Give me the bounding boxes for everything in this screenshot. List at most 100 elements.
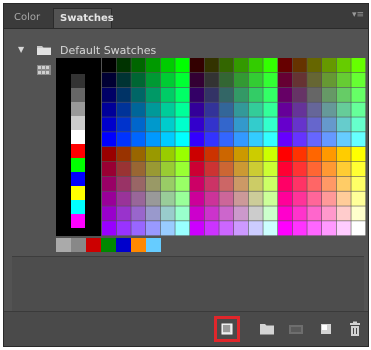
delete-button[interactable] <box>346 320 364 338</box>
swatch[interactable] <box>234 147 249 162</box>
swatch[interactable] <box>292 72 307 88</box>
swatch[interactable] <box>71 238 86 252</box>
swatch[interactable] <box>102 72 117 88</box>
swatch[interactable] <box>278 206 293 221</box>
swatch[interactable] <box>307 176 322 191</box>
swatch[interactable] <box>190 221 205 236</box>
swatch[interactable] <box>263 58 278 73</box>
swatch[interactable] <box>204 58 219 73</box>
swatch[interactable] <box>351 206 366 221</box>
swatch[interactable] <box>263 221 278 236</box>
swatch[interactable] <box>204 72 219 88</box>
swatch[interactable] <box>71 214 85 228</box>
swatch[interactable] <box>116 87 131 102</box>
swatch[interactable] <box>204 176 219 191</box>
swatch[interactable] <box>278 147 293 162</box>
swatch[interactable] <box>131 161 146 177</box>
swatch[interactable] <box>307 58 322 73</box>
swatch[interactable] <box>131 117 146 132</box>
swatch[interactable] <box>146 102 161 117</box>
swatch[interactable] <box>263 176 278 191</box>
swatch[interactable] <box>102 161 117 177</box>
swatch[interactable] <box>71 88 85 102</box>
swatch[interactable] <box>307 132 322 147</box>
swatch[interactable] <box>219 176 234 191</box>
swatch[interactable] <box>292 117 307 132</box>
swatch[interactable] <box>351 191 366 206</box>
swatch[interactable] <box>248 176 263 191</box>
swatch[interactable] <box>71 158 85 172</box>
swatch[interactable] <box>234 72 249 88</box>
swatch[interactable] <box>234 221 249 236</box>
swatch[interactable] <box>278 221 293 236</box>
swatch[interactable] <box>278 117 293 132</box>
swatch[interactable] <box>86 238 101 252</box>
swatch[interactable] <box>292 221 307 236</box>
swatch[interactable] <box>336 161 351 177</box>
swatch[interactable] <box>248 161 263 177</box>
swatch[interactable] <box>322 161 337 177</box>
swatch[interactable] <box>131 206 146 221</box>
swatch[interactable] <box>219 132 234 147</box>
swatch[interactable] <box>190 132 205 147</box>
swatch[interactable] <box>102 221 117 236</box>
swatch[interactable] <box>116 191 131 206</box>
swatch[interactable] <box>146 206 161 221</box>
swatch[interactable] <box>116 58 131 73</box>
swatch[interactable] <box>307 221 322 236</box>
swatch[interactable] <box>219 147 234 162</box>
swatch[interactable] <box>160 161 175 177</box>
swatch[interactable] <box>219 72 234 88</box>
swatch[interactable] <box>204 191 219 206</box>
swatch[interactable] <box>204 206 219 221</box>
swatch[interactable] <box>336 206 351 221</box>
swatch[interactable] <box>263 161 278 177</box>
swatch[interactable] <box>234 191 249 206</box>
swatch[interactable] <box>292 176 307 191</box>
swatch[interactable] <box>336 58 351 73</box>
swatch[interactable] <box>322 221 337 236</box>
swatch[interactable] <box>292 87 307 102</box>
swatch[interactable] <box>204 132 219 147</box>
swatch[interactable] <box>322 147 337 162</box>
swatch[interactable] <box>351 72 366 88</box>
swatch[interactable] <box>146 176 161 191</box>
swatch[interactable] <box>322 58 337 73</box>
swatch[interactable] <box>248 102 263 117</box>
swatch[interactable] <box>160 132 175 147</box>
swatch[interactable] <box>278 176 293 191</box>
swatch[interactable] <box>160 206 175 221</box>
swatch[interactable] <box>190 147 205 162</box>
swatch[interactable] <box>219 206 234 221</box>
swatch[interactable] <box>322 102 337 117</box>
swatch[interactable] <box>322 191 337 206</box>
swatch[interactable] <box>322 72 337 88</box>
swatch[interactable] <box>71 130 85 144</box>
swatch[interactable] <box>146 147 161 162</box>
swatch[interactable] <box>292 58 307 73</box>
swatch[interactable] <box>307 117 322 132</box>
swatch[interactable] <box>307 87 322 102</box>
swatch[interactable] <box>71 102 85 116</box>
swatch[interactable] <box>116 221 131 236</box>
load-swatches-button[interactable] <box>287 320 305 338</box>
swatch[interactable] <box>175 221 190 236</box>
swatch[interactable] <box>146 238 161 252</box>
swatch[interactable] <box>204 147 219 162</box>
swatch[interactable] <box>102 117 117 132</box>
swatch[interactable] <box>292 132 307 147</box>
swatch[interactable] <box>307 161 322 177</box>
new-group-button[interactable] <box>258 320 276 338</box>
swatch[interactable] <box>307 72 322 88</box>
swatch[interactable] <box>248 132 263 147</box>
swatch[interactable] <box>131 72 146 88</box>
swatch[interactable] <box>131 132 146 147</box>
swatch[interactable] <box>278 191 293 206</box>
swatch[interactable] <box>146 58 161 73</box>
swatch[interactable] <box>190 117 205 132</box>
swatch[interactable] <box>248 221 263 236</box>
panel-menu-icon[interactable]: ▾≡ <box>352 10 364 20</box>
swatch[interactable] <box>160 72 175 88</box>
swatch[interactable] <box>263 72 278 88</box>
swatch[interactable] <box>278 102 293 117</box>
